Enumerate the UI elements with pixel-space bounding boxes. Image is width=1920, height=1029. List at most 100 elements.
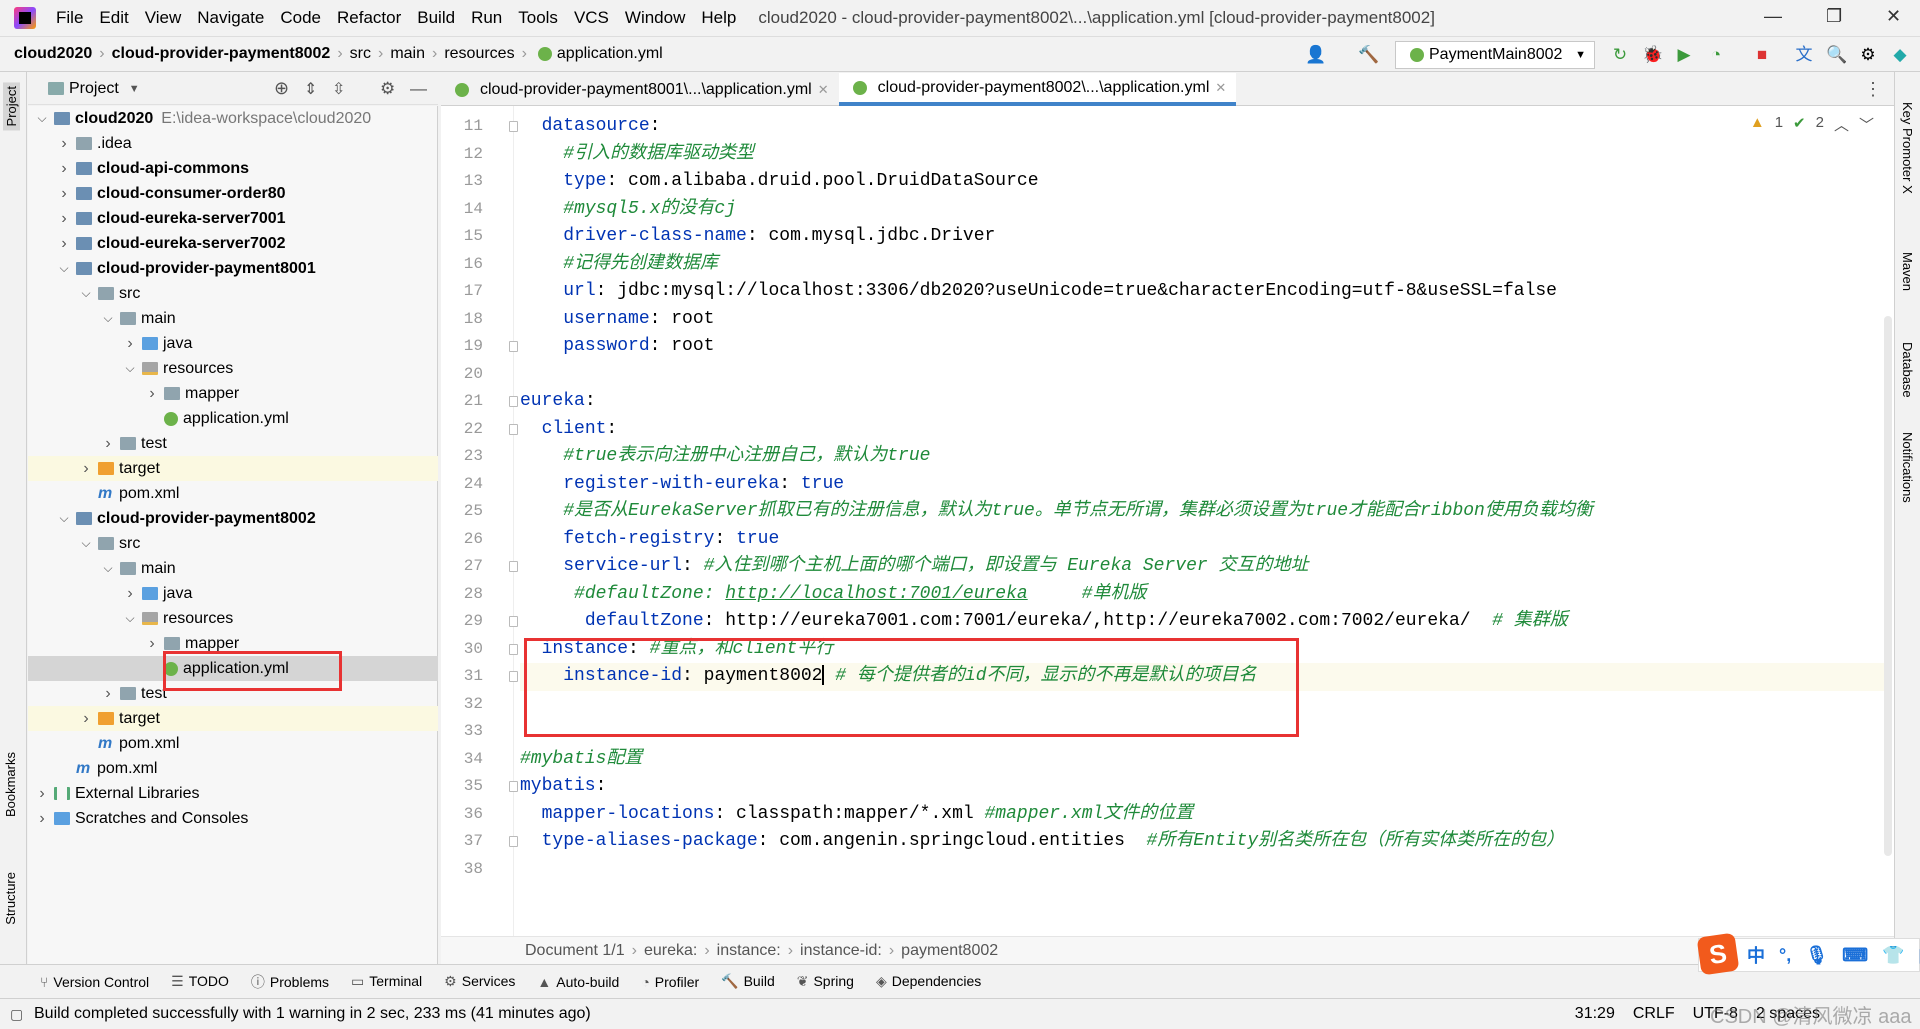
run-configuration-select[interactable]: PaymentMain8002 ▼	[1395, 41, 1595, 69]
tree-item[interactable]: › .idea	[28, 131, 438, 156]
status-message[interactable]: Build completed successfully with 1 warn…	[34, 1005, 591, 1023]
coverage-icon[interactable]: ▶	[1674, 45, 1694, 65]
close-window-button[interactable]: ✕	[1886, 6, 1901, 27]
tree-item[interactable]: ⌵ cloud-provider-payment8001	[28, 256, 438, 281]
tree-item[interactable]: › target	[28, 706, 438, 731]
fold-marker-icon[interactable]	[509, 341, 518, 352]
editor-crumb[interactable]: eureka:	[644, 942, 697, 960]
editor-crumb[interactable]: instance:	[717, 942, 781, 960]
chevron-right-icon[interactable]: ›	[144, 385, 160, 403]
maven-tool-button[interactable]: Maven	[1900, 252, 1915, 291]
user-icon[interactable]: 👤	[1305, 45, 1326, 65]
menu-file[interactable]: File	[48, 8, 91, 28]
gear-icon[interactable]: ⚙	[1858, 45, 1878, 65]
code-editor[interactable]: 11 12 13 14 15 16 17 18 19 20 21 22 23 24 25 26 27 28 29 30…	[441, 106, 1894, 936]
chevron-right-icon[interactable]: ›	[56, 235, 72, 253]
chevron-right-icon[interactable]: ›	[56, 185, 72, 203]
tool-window-version-control[interactable]: ⑂ Version Control	[40, 974, 149, 990]
menu-navigate[interactable]: Navigate	[189, 8, 272, 28]
profile-icon[interactable]: ◔	[1706, 45, 1726, 65]
tab-payment8002-application-yml[interactable]: cloud-provider-payment8002\...\applicati…	[838, 73, 1237, 106]
ime-language-toggle[interactable]: 中	[1747, 942, 1765, 968]
chevron-down-icon[interactable]: ⌵	[78, 536, 94, 551]
chevron-down-icon[interactable]: ⌵	[56, 261, 72, 276]
project-panel-title[interactable]: Project	[69, 80, 119, 98]
chevron-down-icon[interactable]: ⌵	[56, 511, 72, 526]
close-tab-icon[interactable]: ✕	[1215, 80, 1226, 96]
fold-marker-icon[interactable]	[509, 396, 518, 407]
chevron-right-icon[interactable]: ›	[56, 135, 72, 153]
tree-item[interactable]: m pom.xml	[28, 481, 438, 506]
chevron-right-icon[interactable]: ›	[144, 635, 160, 653]
close-tab-icon[interactable]: ✕	[818, 82, 829, 98]
fold-marker-icon[interactable]	[509, 423, 518, 435]
database-tool-button[interactable]: Database	[1900, 342, 1915, 398]
notifications-tool-button[interactable]: Notifications	[1900, 432, 1915, 503]
chevron-down-icon[interactable]: ⌵	[122, 611, 138, 626]
tree-item[interactable]: ⌵ src	[28, 281, 438, 306]
previous-highlight-icon[interactable]: ︿	[1834, 114, 1849, 135]
tab-payment8001-application-yml[interactable]: cloud-provider-payment8001\...\applicati…	[441, 73, 839, 106]
menu-window[interactable]: Window	[617, 8, 693, 28]
tree-item[interactable]: m pom.xml	[28, 731, 438, 756]
ime-punctuation-toggle[interactable]: °,	[1779, 945, 1791, 966]
tree-item[interactable]: › java	[28, 581, 438, 606]
menu-vcs[interactable]: VCS	[566, 8, 617, 28]
skin-shirt-icon[interactable]: 👕	[1882, 945, 1904, 966]
tool-window-auto-build[interactable]: ▲ Auto-build	[537, 974, 619, 990]
rerun-icon[interactable]: ↻	[1610, 45, 1630, 65]
vertical-scrollbar[interactable]	[1884, 316, 1892, 856]
chevron-right-icon[interactable]: ›	[100, 435, 116, 453]
tool-window-todo[interactable]: ☰ TODO	[171, 973, 229, 990]
tree-item[interactable]: ⌵ cloud2020 E:\idea-workspace\cloud2020	[28, 106, 438, 131]
menu-tools[interactable]: Tools	[510, 8, 566, 28]
debug-icon[interactable]: 🐞	[1642, 45, 1663, 65]
chevron-down-icon[interactable]: ⌵	[122, 361, 138, 376]
tree-item[interactable]: ⌵ cloud-provider-payment8002	[28, 506, 438, 531]
more-tabs-icon[interactable]: ⋮	[1864, 79, 1882, 100]
inspection-widget[interactable]: ▲ 1 ✔ 2 ︿ ﹀	[1750, 114, 1874, 135]
tool-window-build[interactable]: 🔨 Build	[721, 973, 775, 990]
crumb-resources[interactable]: resources	[444, 45, 514, 63]
crumb-module[interactable]: cloud-provider-payment8002	[112, 45, 331, 63]
editor-crumb[interactable]: instance-id:	[800, 942, 882, 960]
crumb-project[interactable]: cloud2020	[14, 45, 92, 63]
tool-window-terminal[interactable]: ▭ Terminal	[351, 973, 422, 990]
line-separator[interactable]: CRLF	[1633, 1005, 1675, 1023]
fold-marker-icon[interactable]	[509, 643, 518, 655]
tree-item[interactable]: m pom.xml	[28, 756, 438, 781]
chevron-right-icon[interactable]: ›	[122, 335, 138, 353]
menu-build[interactable]: Build	[409, 8, 463, 28]
bookmarks-tool-button[interactable]: Bookmarks	[3, 752, 18, 817]
chevron-down-icon[interactable]: ⌵	[100, 561, 116, 576]
tool-window-problems[interactable]: ⓘ Problems	[251, 972, 329, 992]
locate-icon[interactable]: ⊕	[274, 78, 289, 99]
chevron-right-icon[interactable]: ›	[34, 810, 50, 828]
fold-marker-icon[interactable]	[509, 616, 518, 627]
chevron-right-icon[interactable]: ›	[34, 785, 50, 803]
menu-code[interactable]: Code	[272, 8, 329, 28]
translate-icon[interactable]: 文	[1794, 45, 1814, 65]
tree-item[interactable]: › target	[28, 456, 438, 481]
tree-item[interactable]: › cloud-eureka-server7001	[28, 206, 438, 231]
stop-icon[interactable]: ■	[1752, 45, 1772, 65]
chevron-down-icon[interactable]: ▼	[129, 83, 140, 95]
restore-button[interactable]: ❐	[1826, 6, 1842, 27]
gear-icon[interactable]: ⚙	[380, 79, 395, 99]
minimize-button[interactable]: —	[1764, 6, 1782, 27]
tool-window-dependencies[interactable]: ◈ Dependencies	[876, 973, 981, 990]
fold-marker-icon[interactable]	[509, 671, 518, 682]
fold-marker-icon[interactable]	[509, 121, 518, 132]
menu-help[interactable]: Help	[693, 8, 744, 28]
chevron-right-icon[interactable]: ›	[56, 210, 72, 228]
tree-item[interactable]: › java	[28, 331, 438, 356]
menu-run[interactable]: Run	[463, 8, 510, 28]
keyboard-icon[interactable]: ⌨	[1842, 945, 1868, 966]
next-highlight-icon[interactable]: ﹀	[1859, 114, 1874, 135]
tree-item[interactable]: ⌵ resources	[28, 606, 438, 631]
tree-item[interactable]: ⌵ resources	[28, 356, 438, 381]
tree-item[interactable]: application.yml	[28, 406, 438, 431]
tree-item[interactable]: › mapper	[28, 381, 438, 406]
tree-item[interactable]: ⌵ main	[28, 306, 438, 331]
tool-window-profiler[interactable]: ◔ Profiler	[641, 974, 699, 990]
